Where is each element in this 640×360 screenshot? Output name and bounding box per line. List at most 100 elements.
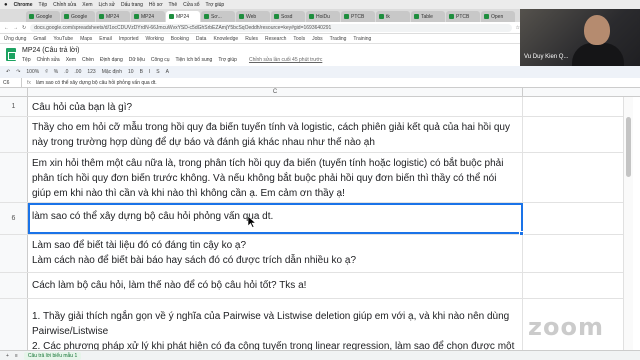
bookmark-item[interactable]: Trading (330, 36, 347, 42)
bookmark-item[interactable]: YouTube (53, 36, 73, 42)
row-number[interactable] (0, 117, 28, 152)
decrease-decimal-button[interactable]: .0 (64, 69, 68, 75)
favicon-icon (134, 14, 139, 19)
back-icon[interactable]: ← (4, 25, 9, 31)
browser-tab[interactable]: tk (376, 11, 410, 22)
row-number[interactable]: 6 (0, 203, 28, 234)
url-input[interactable]: docs.google.com/spreadsheets/d/1ocCDUVzD… (30, 23, 512, 32)
font-select[interactable]: Mặc định (102, 69, 122, 75)
percent-button[interactable]: % (54, 69, 58, 75)
font-size-select[interactable]: 10 (128, 69, 134, 75)
bookmark-item[interactable]: Data (196, 36, 207, 42)
cell-reference[interactable]: C6 (0, 78, 22, 87)
menu-view[interactable]: Xem (66, 57, 76, 63)
strikethrough-button[interactable]: S (156, 69, 159, 75)
browser-tab[interactable]: Open (481, 11, 515, 22)
number-format-button[interactable]: 123 (87, 69, 95, 75)
browser-tab[interactable]: PTCB (341, 11, 375, 22)
currency-button[interactable]: ₫ (45, 69, 48, 75)
row-number[interactable] (0, 235, 28, 272)
increase-decimal-button[interactable]: .00 (74, 69, 81, 75)
menu-help[interactable]: Trợ giúp (218, 57, 237, 63)
sheet-tab-active[interactable]: Câu trả lời biểu mẫu 1 (23, 351, 82, 360)
menu-data[interactable]: Dữ liệu (129, 57, 145, 63)
zoom-select[interactable]: 100% (26, 69, 39, 75)
grid-cell-selected[interactable]: làm sao có thể xây dựng bộ câu hỏi phỏng… (28, 203, 523, 234)
menubar-item-file[interactable]: Tệp (39, 2, 48, 8)
menu-edit[interactable]: Chỉnh sửa (37, 57, 60, 63)
menu-format[interactable]: Định dạng (100, 57, 123, 63)
sheets-logo-icon[interactable] (6, 48, 16, 61)
undo-icon[interactable]: ↶ (6, 69, 10, 75)
bookmark-item[interactable]: Email (99, 36, 112, 42)
grid-cell[interactable]: Câu hỏi của bạn là gì? (28, 97, 523, 116)
formula-input[interactable]: làm sao có thể xây dựng bộ câu hỏi phỏng… (36, 80, 157, 86)
tab-label: MP24 (176, 13, 190, 20)
doc-title[interactable]: MP24 (Câu trả lời) (22, 47, 80, 54)
bookmark-item[interactable]: Working (146, 36, 164, 42)
menubar-item-tabs[interactable]: Thẻ (168, 2, 177, 8)
bold-button[interactable]: B (140, 69, 143, 75)
bookmark-item[interactable]: Imported (119, 36, 139, 42)
browser-tab-active[interactable]: MP24 (166, 11, 200, 22)
grid-cell[interactable]: Em xin hỏi thêm một câu nữa là, trong ph… (28, 153, 523, 202)
italic-button[interactable]: I (149, 69, 150, 75)
menu-tools[interactable]: Công cụ (151, 57, 170, 63)
vertical-scrollbar[interactable] (623, 97, 633, 352)
browser-tab[interactable]: MP24 (131, 11, 165, 22)
row-number[interactable] (0, 299, 28, 352)
bookmark-item[interactable]: Ứng dụng (4, 36, 26, 42)
browser-tab[interactable]: MP24 (96, 11, 130, 22)
grid-cell[interactable]: Cách làm bộ câu hỏi, làm thế nào để có b… (28, 273, 523, 298)
row-number[interactable] (0, 273, 28, 298)
reload-icon[interactable]: ↻ (22, 25, 26, 31)
bookmark-item[interactable]: Rules (245, 36, 258, 42)
menubar-item-profiles[interactable]: Hồ sơ (149, 2, 163, 8)
bookmark-item[interactable]: Knowledge (213, 36, 238, 42)
menubar-item-history[interactable]: Lịch sử (99, 2, 115, 8)
menubar-item-bookmarks[interactable]: Dấu trang (121, 2, 143, 8)
row-number[interactable] (0, 153, 28, 202)
menu-insert[interactable]: Chèn (82, 57, 94, 63)
bookmark-item[interactable]: Booking (171, 36, 189, 42)
menu-addons[interactable]: Tiện ích bổ sung (176, 57, 213, 63)
browser-tab[interactable]: Web (236, 11, 270, 22)
row-number[interactable]: 1 (0, 97, 28, 116)
redo-icon[interactable]: ↷ (16, 69, 20, 75)
browser-tab[interactable]: PTCB (446, 11, 480, 22)
last-edit-link[interactable]: Chỉnh sửa lần cuối 45 phút trước (249, 57, 322, 63)
column-header-c[interactable]: C (28, 88, 523, 97)
tab-label: Sosd (281, 13, 293, 20)
grid-cell[interactable]: Làm sao để biết tài liệu đó có đáng tin … (28, 235, 523, 272)
menu-file[interactable]: Tệp (22, 57, 31, 63)
forward-icon[interactable]: → (13, 25, 18, 31)
browser-tab[interactable]: Sơ... (201, 11, 235, 22)
bookmark-item[interactable]: Research (265, 36, 286, 42)
browser-tab[interactable]: Google (61, 11, 95, 22)
bookmark-item[interactable]: Tools (293, 36, 305, 42)
bookmark-item[interactable]: Jobs (312, 36, 323, 42)
menubar-item-view[interactable]: Xem (82, 2, 92, 8)
browser-tab[interactable]: HoiDu (306, 11, 340, 22)
menubar-app-name[interactable]: Chrome (14, 2, 33, 8)
grid-cell[interactable]: Thầy cho em hỏi cỡ mẫu trong hồi quy đa … (28, 117, 523, 152)
text-color-button[interactable]: A (166, 69, 169, 75)
menubar-item-edit[interactable]: Chỉnh sửa (53, 2, 76, 8)
bookmark-item[interactable]: Maps (80, 36, 92, 42)
video-participant-panel[interactable]: Vu Duy Kien Q... (520, 9, 640, 66)
add-sheet-button[interactable]: + (6, 353, 9, 359)
favicon-icon (239, 14, 244, 19)
apple-icon[interactable]: ● (4, 2, 8, 8)
menubar-item-window[interactable]: Cửa sổ (183, 2, 199, 8)
bookmark-item[interactable]: Gmail (33, 36, 46, 42)
grid-cell[interactable]: 1. Thầy giải thích ngắn gọn về ý nghĩa c… (28, 299, 523, 352)
select-all-corner[interactable] (0, 88, 28, 97)
scrollbar-thumb[interactable] (626, 117, 631, 177)
bookmark-item[interactable]: Training (353, 36, 371, 42)
browser-tab[interactable]: Sosd (271, 11, 305, 22)
all-sheets-button[interactable]: ≡ (15, 353, 18, 359)
browser-tab[interactable]: Table (411, 11, 445, 22)
formula-bar: C6 fx làm sao có thể xây dựng bộ câu hỏi… (0, 78, 640, 88)
menubar-item-help[interactable]: Trợ giúp (206, 2, 225, 8)
browser-tab[interactable]: Google (26, 11, 60, 22)
